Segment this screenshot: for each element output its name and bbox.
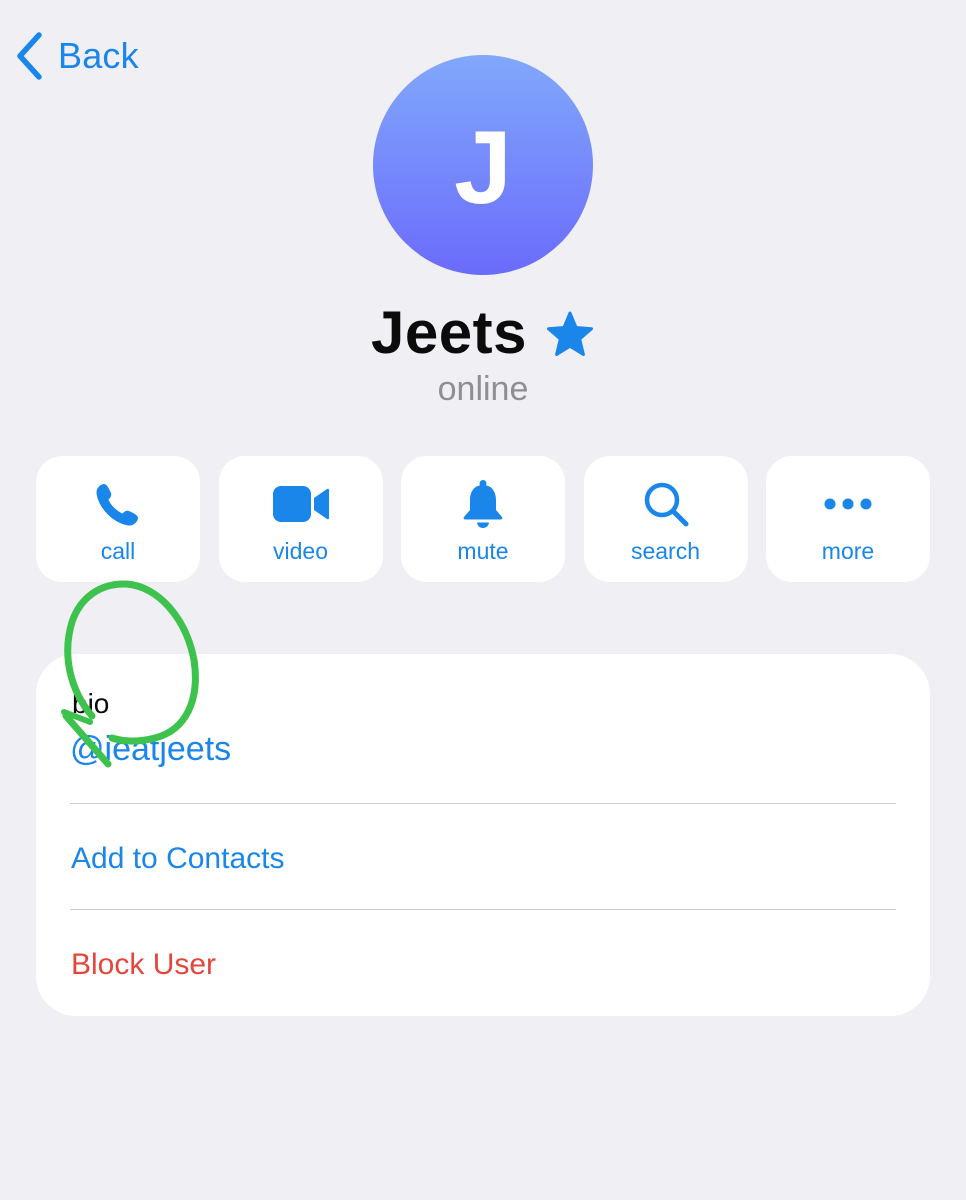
search-button[interactable]: search [583, 456, 748, 582]
bio-label: bio [72, 688, 110, 719]
ellipsis-icon [824, 498, 872, 510]
profile-name: Jeets [371, 298, 527, 366]
more-label: more [821, 538, 875, 564]
info-card: bio @ieatjeets Add to Contacts Block Use… [36, 654, 930, 1016]
divider [70, 909, 896, 910]
video-button[interactable]: video [218, 456, 383, 582]
search-label: search [630, 538, 701, 564]
phone-icon [96, 484, 138, 526]
online-status: online [437, 370, 529, 408]
back-button[interactable]: Back [14, 28, 139, 84]
profile-screen: Back J Jeets online call video mute sear… [0, 0, 966, 1200]
chevron-left-icon [17, 32, 42, 80]
username-link[interactable]: @ieatjeets [70, 730, 231, 769]
avatar-initial: J [454, 110, 512, 226]
avatar[interactable]: J [373, 55, 593, 275]
video-label: video [273, 538, 328, 564]
mute-button[interactable]: mute [401, 456, 565, 582]
star-icon[interactable] [545, 310, 595, 358]
bell-icon [463, 480, 503, 528]
more-button[interactable]: more [766, 456, 930, 582]
search-icon [644, 482, 688, 527]
profile-name-row: Jeets [0, 296, 966, 368]
call-button[interactable]: call [36, 456, 200, 582]
video-camera-icon [272, 486, 329, 522]
mute-label: mute [457, 538, 509, 564]
block-user-button[interactable]: Block User [71, 948, 216, 982]
call-label: call [100, 538, 136, 564]
add-to-contacts-button[interactable]: Add to Contacts [71, 842, 284, 876]
back-label: Back [58, 35, 139, 76]
divider [70, 803, 896, 804]
action-bar: call video mute search more [36, 456, 930, 582]
